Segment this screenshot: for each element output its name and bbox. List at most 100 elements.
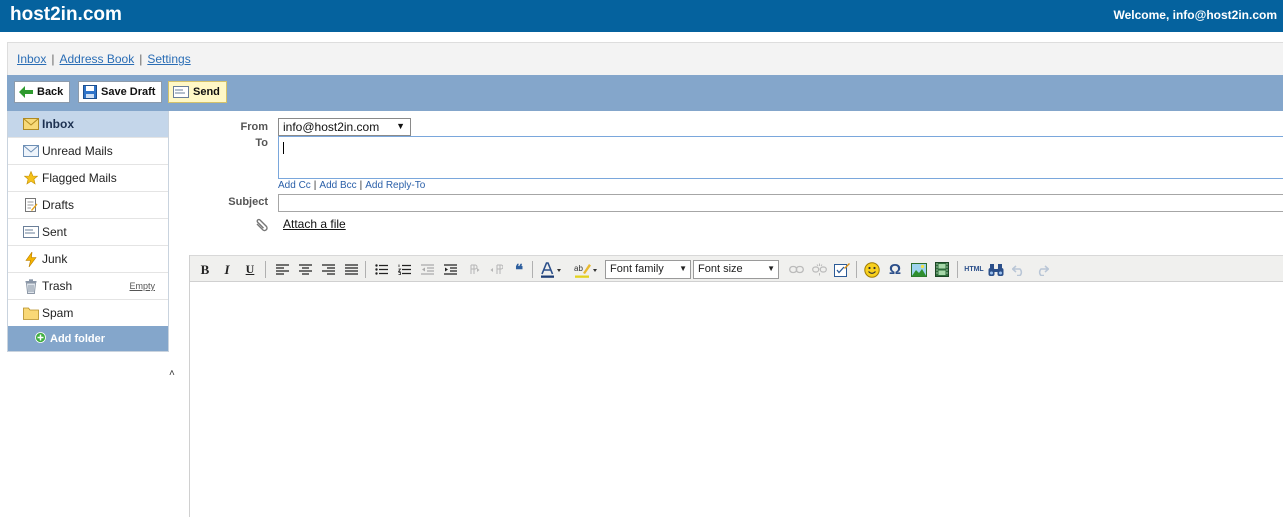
italic-button[interactable]: I [218,261,236,278]
special-character-button[interactable]: Ω [886,261,904,278]
folder-sidebar: Inbox Unread Mails Flagged Mails Drafts … [7,111,169,352]
empty-trash-link[interactable]: Empty [129,281,155,291]
align-justify-icon [344,264,358,275]
edit-image-icon [834,263,850,277]
align-left-button[interactable] [273,261,291,278]
indent-button[interactable] [441,261,459,278]
drafts-icon [22,197,40,213]
send-envelope-icon [173,86,189,98]
font-family-select[interactable]: Font family ▼ [605,260,691,279]
attach-file-link[interactable]: Attach a file [283,217,346,231]
plus-circle-icon [35,331,46,346]
top-bar: host2in.com Welcome, info@host2in.com [0,0,1283,32]
indent-icon [443,264,457,275]
action-toolbar: Back Save Draft Send [7,75,1283,111]
star-icon [22,170,40,186]
collapse-sidebar-toggle[interactable]: ˄ [169,368,175,379]
lightning-icon [22,251,40,267]
folder-label: Junk [42,252,68,266]
html-source-button[interactable]: HTML [963,261,985,278]
align-center-button[interactable] [296,261,314,278]
align-right-button[interactable] [319,261,337,278]
folder-sent[interactable]: Sent [8,219,168,246]
from-select[interactable]: info@host2in.com ▼ [278,118,411,136]
brand-logo[interactable]: host2in.com [10,4,122,26]
save-draft-button[interactable]: Save Draft [78,81,163,103]
link-separator: | [359,180,363,191]
font-family-value: Font family [610,263,664,275]
folder-junk[interactable]: Junk [8,246,168,273]
redo-icon [1038,264,1049,276]
numbered-list-icon [397,264,411,275]
outdent-button[interactable] [418,261,436,278]
unlink-button[interactable] [810,261,828,278]
numbered-list-button[interactable] [395,261,413,278]
add-cc-link[interactable]: Add Cc [278,180,311,191]
blockquote-button[interactable]: ❝ [510,261,528,279]
back-label: Back [37,86,64,98]
to-field[interactable] [278,136,1283,179]
redo-button[interactable] [1033,261,1051,278]
undo-button[interactable] [1010,261,1028,278]
nav-separator: | [139,52,143,66]
bullet-list-button[interactable] [372,261,390,278]
folder-flagged-mails[interactable]: Flagged Mails [8,165,168,192]
text-color-icon [541,261,561,278]
find-replace-button[interactable] [987,261,1005,278]
toolbar-separator [856,261,857,278]
nav-bar: Inbox | Address Book | Settings [7,42,1283,75]
nav-address-book-link[interactable]: Address Book [59,52,134,66]
undo-icon [1012,264,1023,276]
subject-input[interactable] [278,194,1283,212]
message-body-editor[interactable] [190,282,1283,517]
rtl-direction-button[interactable] [487,261,505,278]
dropdown-arrow-icon: ▼ [396,121,405,131]
folder-label: Inbox [42,117,74,131]
toolbar-separator [957,261,958,278]
insert-media-button[interactable] [933,261,951,278]
bullet-list-icon [374,264,388,275]
insert-link-button[interactable] [787,261,805,278]
from-value: info@host2in.com [283,120,380,134]
align-justify-button[interactable] [342,261,360,278]
emoticon-button[interactable] [863,261,881,278]
envelope-icon [22,143,40,159]
add-reply-to-link[interactable]: Add Reply-To [365,180,425,191]
folder-unread-mails[interactable]: Unread Mails [8,138,168,165]
folder-inbox[interactable]: Inbox [8,111,168,138]
folder-label: Drafts [42,198,75,212]
from-label: From [240,121,269,133]
underline-button[interactable]: U [241,261,259,278]
folder-icon [22,305,40,321]
font-size-value: Font size [698,263,743,275]
trash-icon [22,278,40,294]
folder-trash[interactable]: Trash Empty [8,273,168,300]
toolbar-separator [265,261,266,278]
font-size-select[interactable]: Font size ▼ [693,260,779,279]
highlight-color-icon: ab [574,263,597,278]
folder-spam[interactable]: Spam [8,300,168,327]
add-folder-button[interactable]: Add folder [8,326,168,351]
text-color-button[interactable] [539,261,565,278]
highlight-color-button[interactable]: ab [573,261,601,278]
send-button[interactable]: Send [168,81,227,103]
nav-inbox-link[interactable]: Inbox [17,52,46,66]
save-draft-label: Save Draft [101,86,156,98]
folder-label: Trash [42,279,73,293]
rtl-icon [490,264,503,274]
edit-image-button[interactable] [833,261,851,278]
ltr-direction-button[interactable] [464,261,482,278]
add-folder-label: Add folder [50,332,105,345]
add-bcc-link[interactable]: Add Bcc [319,180,356,191]
unlink-icon [811,263,827,276]
folder-drafts[interactable]: Drafts [8,192,168,219]
back-arrow-icon [19,86,33,98]
subject-label: Subject [228,196,268,208]
bold-button[interactable]: B [196,261,214,278]
nav-separator: | [51,52,55,66]
inbox-icon [22,116,40,132]
back-button[interactable]: Back [14,81,71,103]
folder-label: Spam [42,306,74,320]
nav-settings-link[interactable]: Settings [147,52,190,66]
insert-image-button[interactable] [910,261,928,278]
